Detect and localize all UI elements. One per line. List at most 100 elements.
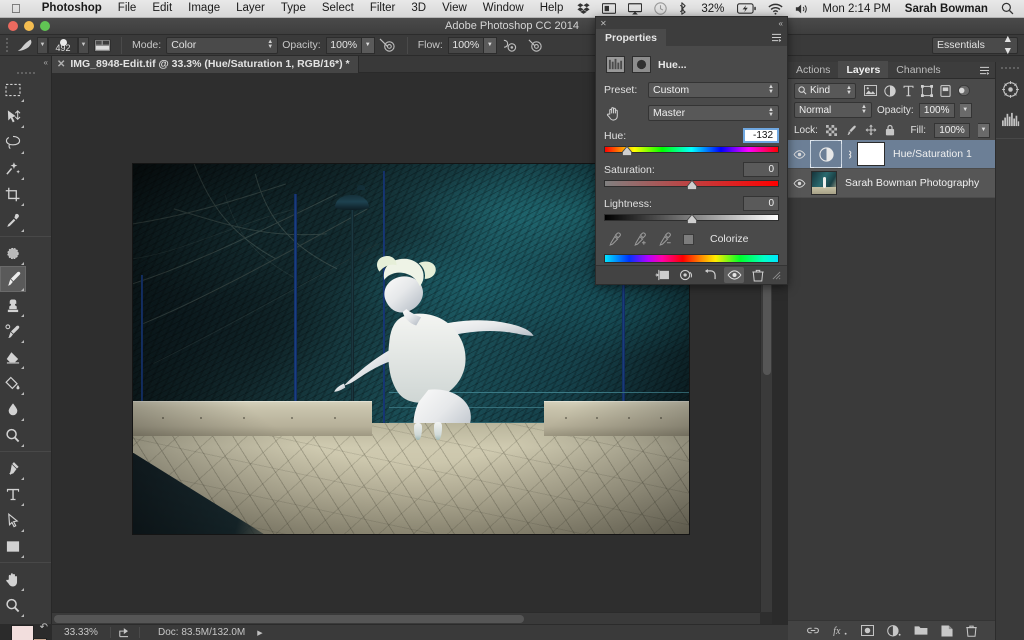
eyedropper-icon[interactable]	[608, 232, 622, 246]
lock-image-pixels-icon[interactable]	[845, 125, 857, 136]
new-adjustment-layer-icon[interactable]	[887, 624, 901, 637]
pixel-layer-filter-icon[interactable]	[864, 85, 877, 96]
wifi-icon[interactable]	[762, 3, 789, 15]
brush-panel-icon[interactable]	[92, 37, 112, 54]
lightness-slider-thumb[interactable]	[686, 214, 697, 224]
clone-stamp-tool[interactable]	[0, 292, 26, 318]
resize-grip-icon[interactable]	[772, 271, 781, 280]
hand-tool[interactable]	[0, 566, 26, 592]
swap-colors-icon[interactable]: ↶	[40, 622, 48, 633]
menu-file[interactable]: File	[110, 0, 145, 17]
user-name[interactable]: Sarah Bowman	[898, 3, 995, 15]
path-selection-tool[interactable]	[0, 507, 26, 533]
toolbar-grip[interactable]	[0, 68, 51, 77]
reset-adjustment-icon[interactable]	[700, 267, 720, 283]
navigator-icon[interactable]	[996, 74, 1024, 104]
move-tool[interactable]	[0, 103, 26, 129]
saturation-slider-thumb[interactable]	[686, 180, 697, 190]
tab-channels[interactable]: Channels	[888, 61, 948, 78]
workspace-select[interactable]: Essentials ▲ ▼	[932, 33, 1018, 57]
pressure-size-icon[interactable]	[526, 37, 546, 54]
magic-wand-tool[interactable]	[0, 155, 26, 181]
layer-thumbnail[interactable]	[811, 171, 837, 195]
link-mask-icon[interactable]	[845, 148, 853, 161]
pen-tool[interactable]	[0, 455, 26, 481]
colorize-checkbox[interactable]	[683, 233, 694, 245]
hue-saturation-icon[interactable]	[606, 56, 625, 73]
layer-blend-mode-select[interactable]: Normal ▲ ▼	[794, 102, 872, 118]
canvas-horizontal-scrollbar[interactable]	[52, 612, 760, 624]
layer-filter-kind-select[interactable]: Kind ▲ ▼	[794, 82, 856, 99]
histogram-icon[interactable]	[996, 104, 1024, 134]
layer-name-2[interactable]: Sarah Bowman Photography	[845, 177, 979, 189]
lightness-slider[interactable]	[604, 214, 779, 224]
toggle-layer-visibility-icon[interactable]	[724, 267, 744, 283]
hue-value-input[interactable]: -132	[743, 128, 779, 143]
saturation-slider[interactable]	[604, 180, 779, 190]
zoom-tool[interactable]	[0, 592, 26, 618]
close-tab-icon[interactable]: ✕	[57, 59, 65, 70]
eyedropper-tool[interactable]	[0, 207, 26, 233]
channel-select[interactable]: Master ▲ ▼	[648, 105, 779, 121]
brush-tool[interactable]	[0, 266, 26, 292]
saturation-value-input[interactable]: 0	[743, 162, 779, 177]
panel-menu-icon[interactable]	[979, 66, 990, 75]
volume-icon[interactable]	[789, 3, 815, 15]
layer-fill-value[interactable]: 100%	[934, 122, 970, 138]
delete-adjustment-layer-icon[interactable]	[748, 267, 768, 283]
layer-opacity-value[interactable]: 100%	[918, 102, 955, 118]
menu-layer[interactable]: Layer	[228, 0, 273, 17]
menu-window[interactable]: Window	[475, 0, 532, 17]
menu-app-name[interactable]: Photoshop	[34, 0, 110, 17]
opacity-value[interactable]: 100%	[325, 36, 362, 54]
brush-size-display[interactable]: 492	[48, 36, 78, 54]
clip-to-layer-icon[interactable]	[652, 267, 672, 283]
menu-image[interactable]: Image	[180, 0, 228, 17]
shape-layer-filter-icon[interactable]	[921, 84, 933, 97]
lock-transparent-pixels-icon[interactable]	[825, 124, 837, 136]
layer-mask-thumbnail[interactable]	[857, 142, 885, 166]
adjustment-layer-filter-icon[interactable]	[884, 84, 896, 97]
battery-charging-icon[interactable]	[731, 3, 762, 14]
tab-actions[interactable]: Actions	[788, 61, 838, 78]
paint-bucket-tool[interactable]	[0, 370, 26, 396]
link-layers-icon[interactable]	[806, 626, 820, 635]
layer-row-hue-saturation[interactable]: Hue/Saturation 1	[788, 140, 995, 169]
layer-mask-icon[interactable]	[632, 56, 651, 73]
tab-layers[interactable]: Layers	[838, 61, 889, 78]
lock-all-icon[interactable]	[885, 124, 895, 136]
panel-menu-icon-props[interactable]	[771, 33, 782, 42]
layer-opacity-stepper[interactable]: ▼	[959, 102, 972, 118]
layer-row-photo[interactable]: Sarah Bowman Photography	[788, 169, 995, 198]
properties-title-bar[interactable]: ✕ «	[596, 17, 787, 29]
close-icon[interactable]: ✕	[600, 19, 607, 28]
hue-slider[interactable]	[604, 146, 779, 156]
lightness-value-input[interactable]: 0	[743, 196, 779, 211]
document-tab[interactable]: ✕ IMG_8948-Edit.tif @ 33.3% (Hue/Saturat…	[52, 55, 359, 73]
layer-fill-stepper[interactable]: ▼	[978, 122, 990, 138]
flow-value[interactable]: 100%	[447, 36, 484, 54]
menu-filter[interactable]: Filter	[362, 0, 404, 17]
smart-object-filter-icon[interactable]	[940, 84, 951, 97]
new-layer-icon[interactable]	[941, 624, 953, 637]
rectangle-tool[interactable]	[0, 533, 26, 559]
flow-stepper[interactable]: ▼	[483, 36, 497, 54]
preset-select[interactable]: Custom ▲ ▼	[648, 82, 779, 98]
rectangular-marquee-tool[interactable]	[0, 77, 26, 103]
hue-saturation-layer-thumb[interactable]	[810, 140, 842, 168]
blur-tool[interactable]	[0, 396, 26, 422]
type-layer-filter-icon[interactable]	[903, 85, 914, 97]
eyedropper-add-icon[interactable]	[633, 232, 647, 246]
timemachine-icon[interactable]	[648, 2, 673, 15]
filter-toggle-icon[interactable]	[958, 85, 970, 96]
zoom-level[interactable]: 33.33%	[52, 627, 110, 638]
delete-layer-icon[interactable]	[966, 625, 977, 637]
clock[interactable]: Mon 2:14 PM	[815, 3, 897, 15]
eye-icon-2[interactable]	[792, 178, 807, 188]
apple-icon[interactable]: 	[11, 2, 21, 15]
dropbox-icon[interactable]	[571, 2, 596, 15]
menu-help[interactable]: Help	[532, 0, 572, 17]
eye-icon[interactable]	[792, 149, 807, 159]
history-brush-tool[interactable]	[0, 318, 26, 344]
view-previous-state-icon[interactable]	[676, 267, 696, 283]
